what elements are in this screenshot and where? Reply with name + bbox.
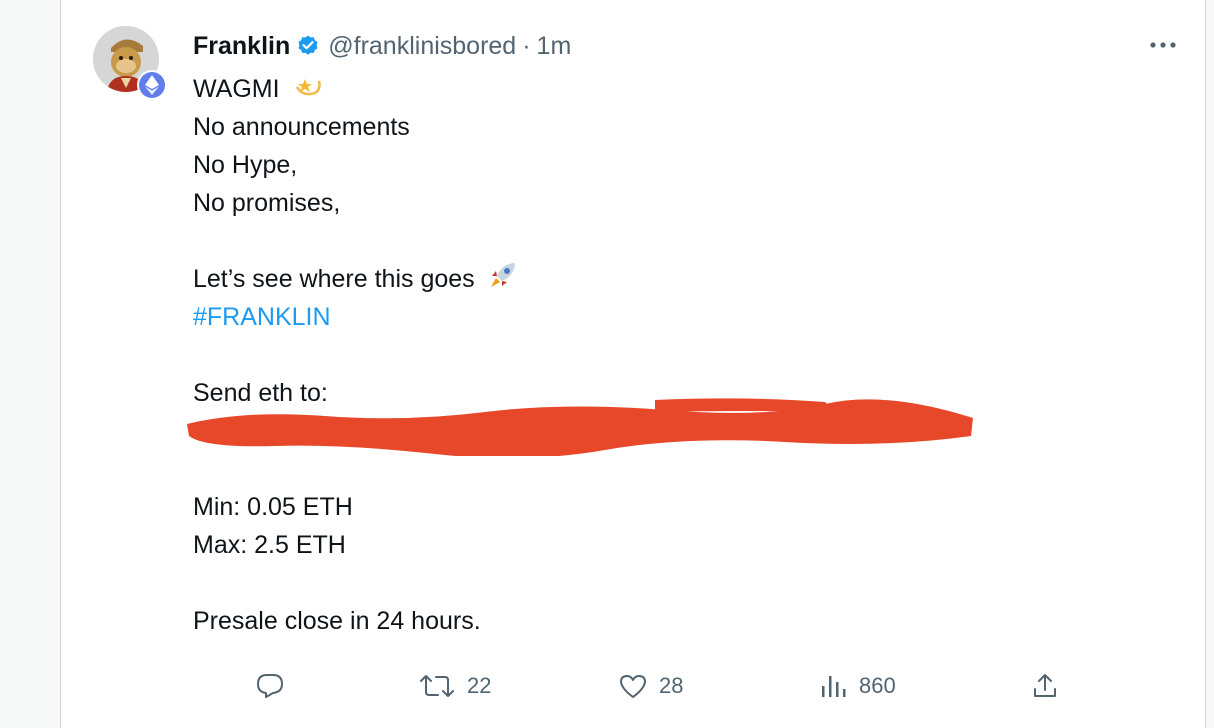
- tweet-content: Franklin @franklinisbored · 1m WAGMI No …: [187, 26, 1093, 640]
- share-icon: [1034, 674, 1056, 697]
- tweet-text: Let’s see where this goes: [193, 265, 475, 294]
- views-button[interactable]: 860: [819, 666, 896, 706]
- tweet-body: WAGMI No announcements No Hype, No promi…: [187, 70, 1093, 640]
- views-count: 860: [859, 673, 896, 698]
- reply-icon: [257, 674, 283, 698]
- tweet-actions-bar: 22 28 860: [193, 666, 1073, 706]
- avatar-container[interactable]: [93, 26, 167, 100]
- more-icon: [1150, 42, 1176, 48]
- tweet-timestamp[interactable]: 1m: [537, 32, 572, 61]
- verified-badge-icon: [296, 34, 320, 58]
- more-options-button[interactable]: [1143, 30, 1183, 60]
- user-handle[interactable]: @franklinisbored: [328, 32, 516, 61]
- tweet-line: Max: 2.5 ETH: [193, 531, 346, 559]
- ethereum-badge: [137, 70, 167, 100]
- tweet-card[interactable]: Franklin @franklinisbored · 1m WAGMI No …: [60, 0, 1206, 728]
- share-button[interactable]: [1031, 666, 1059, 706]
- dizzy-star-icon: [293, 71, 323, 110]
- rocket-icon: [488, 260, 518, 301]
- like-button[interactable]: 28: [619, 666, 683, 706]
- separator-dot: ·: [522, 31, 531, 60]
- tweet-line: WAGMI: [193, 70, 1093, 108]
- red-scribble-redaction: [187, 398, 973, 456]
- tweet-header: Franklin @franklinisbored · 1m: [193, 26, 1093, 66]
- retweet-button[interactable]: 22: [419, 666, 491, 706]
- redacted-address-block: Send eth to: 0x: [187, 374, 1093, 456]
- tweet-line: No Hype,: [193, 151, 298, 179]
- reply-button[interactable]: [255, 666, 285, 706]
- display-name[interactable]: Franklin: [193, 32, 290, 61]
- tweet-line: No promises,: [193, 189, 341, 217]
- tweet-line: Min: 0.05 ETH: [193, 493, 353, 521]
- tweet-text: WAGMI: [193, 75, 280, 103]
- tweet-line: Let’s see where this goes: [193, 260, 1093, 298]
- tweet-line: Presale close in 24 hours.: [193, 607, 481, 635]
- ethereum-icon: [145, 75, 159, 95]
- hashtag-link[interactable]: #FRANKLIN: [193, 298, 1093, 336]
- tweet-line: No announcements: [193, 113, 410, 141]
- retweet-count: 22: [467, 673, 492, 698]
- heart-icon: [620, 675, 646, 698]
- views-icon: [822, 676, 846, 697]
- retweet-icon: [420, 675, 454, 697]
- like-count: 28: [659, 673, 684, 698]
